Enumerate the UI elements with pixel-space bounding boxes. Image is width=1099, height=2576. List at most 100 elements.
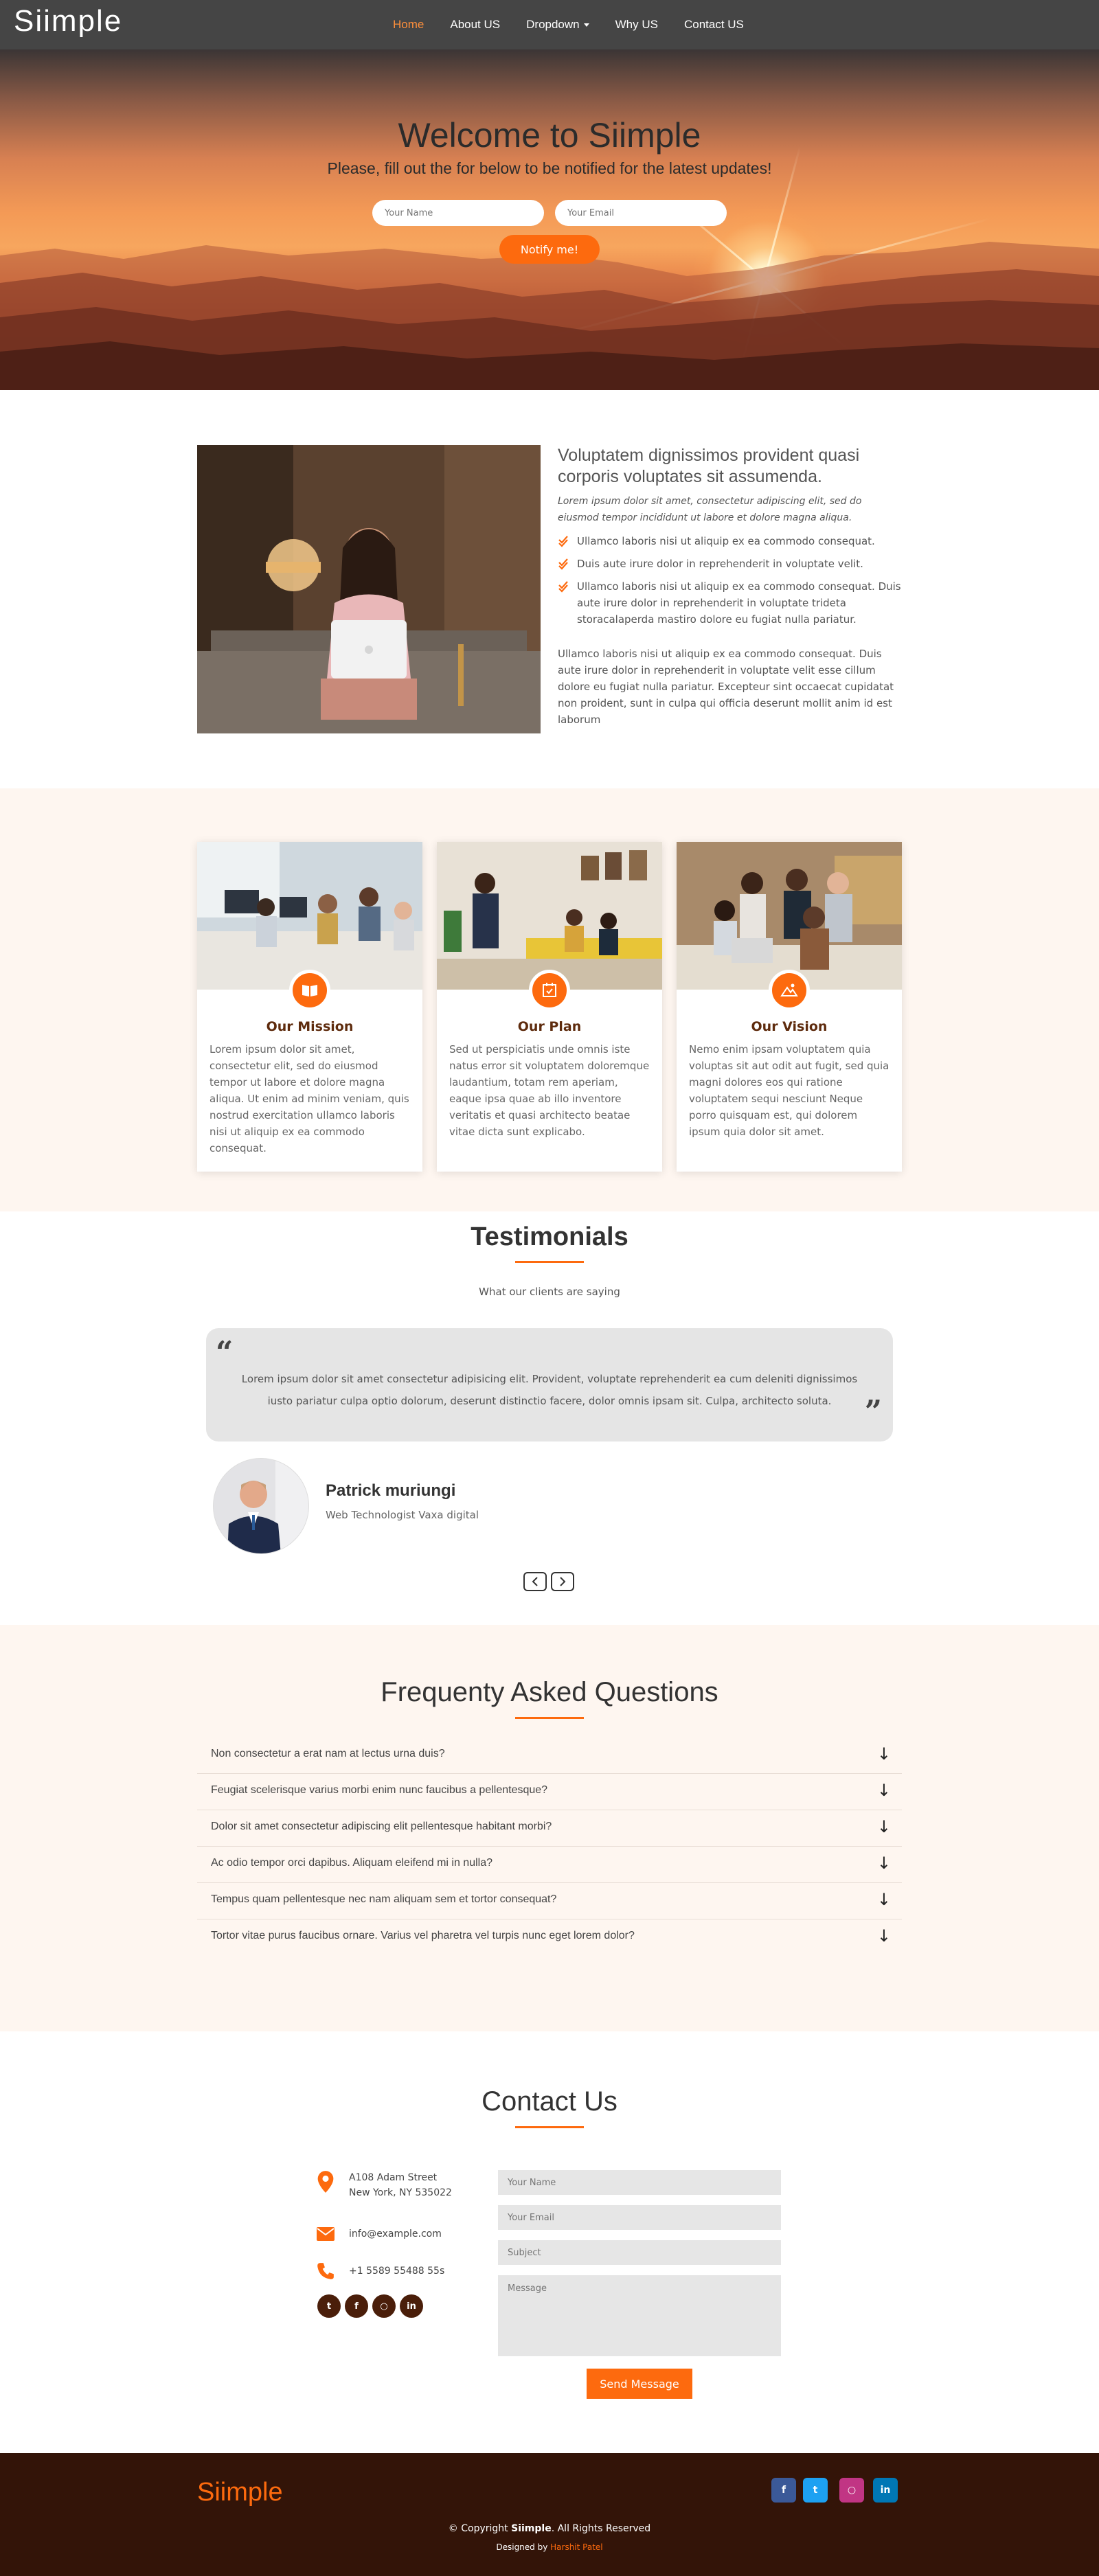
chevron-left-icon bbox=[532, 1577, 538, 1586]
mountains-illustration bbox=[0, 242, 1099, 390]
list-item: Ullamco laboris nisi ut aliquip ex ea co… bbox=[558, 533, 901, 549]
card-title: Our Vision bbox=[751, 1019, 828, 1034]
image-icon bbox=[769, 970, 810, 1011]
nav-dropdown[interactable]: Dropdown bbox=[526, 18, 589, 32]
footer-logo[interactable]: Siimple bbox=[197, 2478, 283, 2507]
nav-contact[interactable]: Contact US bbox=[684, 18, 744, 32]
prev-button[interactable] bbox=[523, 1572, 547, 1591]
hero-email-input[interactable] bbox=[555, 200, 727, 226]
faq-question: Dolor sit amet consectetur adipiscing el… bbox=[211, 1821, 552, 1832]
testimonial-name: Patrick muriungi bbox=[326, 1481, 456, 1500]
next-button[interactable] bbox=[551, 1572, 574, 1591]
instagram-icon[interactable]: ○ bbox=[839, 2478, 864, 2503]
faq-item[interactable]: Tempus quam pellentesque nec nam aliquam… bbox=[197, 1883, 902, 1919]
card-mission: Our Mission Lorem ipsum dolor sit amet, … bbox=[197, 842, 422, 1172]
caret-down-icon bbox=[583, 23, 589, 27]
linkedin-icon[interactable]: in bbox=[873, 2478, 898, 2503]
contact-email: info@example.com bbox=[316, 2222, 442, 2246]
mission-section: Our Mission Lorem ipsum dolor sit amet, … bbox=[0, 788, 1099, 1211]
testimonial-quote-box: “ Lorem ipsum dolor sit amet consectetur… bbox=[206, 1328, 893, 1441]
facebook-icon[interactable]: f bbox=[771, 2478, 796, 2503]
contact-message-textarea[interactable] bbox=[498, 2275, 781, 2356]
list-item: Duis aute irure dolor in reprehenderit i… bbox=[558, 556, 901, 572]
faq-section: Frequenty Asked Questions Non consectetu… bbox=[0, 1625, 1099, 2031]
arrow-down-icon: ↓ bbox=[876, 1854, 891, 1873]
nav-home[interactable]: Home bbox=[393, 18, 424, 32]
instagram-icon[interactable]: ○ bbox=[372, 2294, 396, 2318]
nav-why[interactable]: Why US bbox=[615, 18, 658, 32]
list-item-text: Duis aute irure dolor in reprehenderit i… bbox=[577, 558, 863, 570]
twitter-icon[interactable]: t bbox=[317, 2294, 341, 2318]
faq-question: Non consectetur a erat nam at lectus urn… bbox=[211, 1748, 445, 1759]
card-text: Sed ut perspiciatis unde omnis iste natu… bbox=[449, 1043, 650, 1138]
address-line-2: New York, NY 535022 bbox=[349, 2187, 452, 2198]
faq-question: Tortor vitae purus faucibus ornare. Vari… bbox=[211, 1930, 635, 1941]
notify-button[interactable]: Notify me! bbox=[499, 235, 600, 264]
quote-close-icon: ” bbox=[864, 1394, 882, 1429]
faq-item[interactable]: Feugiat scelerisque varius morbi enim nu… bbox=[197, 1774, 902, 1810]
site-logo[interactable]: Siimple bbox=[14, 4, 122, 38]
designed-prefix: Designed by bbox=[496, 2542, 551, 2552]
main-nav: Home About US Dropdown Why US Contact US bbox=[393, 0, 744, 49]
business-meeting-photo bbox=[437, 842, 662, 990]
contact-name-input[interactable] bbox=[498, 2170, 781, 2195]
faq-item[interactable]: Dolor sit amet consectetur adipiscing el… bbox=[197, 1810, 902, 1847]
card-text: Nemo enim ipsam voluptatem quia voluptas… bbox=[689, 1043, 890, 1138]
title-underline bbox=[515, 2126, 584, 2128]
list-item-text: Ullamco laboris nisi ut aliquip ex ea co… bbox=[577, 535, 875, 547]
card-image bbox=[437, 842, 662, 990]
hero-name-input[interactable] bbox=[372, 200, 544, 226]
faq-question: Ac odio tempor orci dapibus. Aliquam ele… bbox=[211, 1857, 493, 1869]
email-text[interactable]: info@example.com bbox=[349, 2222, 442, 2242]
about-text: Voluptatem dignissimos provident quasi c… bbox=[558, 445, 901, 728]
faq-title: Frequenty Asked Questions bbox=[381, 1677, 718, 1707]
contact-address: A108 Adam Street New York, NY 535022 bbox=[316, 2170, 452, 2200]
avatar bbox=[213, 1458, 309, 1554]
footer-copyright: © Copyright Siimple. All Rights Reserved bbox=[0, 2523, 1099, 2534]
facebook-icon[interactable]: f bbox=[345, 2294, 368, 2318]
designer-link[interactable]: Harshit Patel bbox=[550, 2542, 603, 2552]
phone-icon bbox=[317, 2263, 334, 2279]
hero-section: Welcome to Siimple Please, fill out the … bbox=[0, 49, 1099, 390]
card-title: Our Plan bbox=[517, 1019, 582, 1034]
phone-text[interactable]: +1 5589 55488 55s bbox=[349, 2259, 444, 2279]
card-text: Lorem ipsum dolor sit amet, consectetur … bbox=[209, 1043, 409, 1154]
faq-item[interactable]: Non consectetur a erat nam at lectus urn… bbox=[197, 1737, 902, 1774]
about-list: Ullamco laboris nisi ut aliquip ex ea co… bbox=[558, 533, 901, 628]
contact-email-input[interactable] bbox=[498, 2205, 781, 2230]
hero-title: Welcome to Siimple bbox=[398, 116, 701, 155]
card-vision: Our Vision Nemo enim ipsam voluptatem qu… bbox=[677, 842, 902, 1172]
card-image bbox=[677, 842, 902, 990]
copyright-suffix: . All Rights Reserved bbox=[551, 2523, 651, 2534]
contact-subject-input[interactable] bbox=[498, 2240, 781, 2265]
double-check-icon bbox=[558, 558, 568, 570]
address-line-1: A108 Adam Street bbox=[349, 2172, 438, 2183]
linkedin-icon[interactable]: in bbox=[400, 2294, 423, 2318]
envelope-icon bbox=[317, 2227, 335, 2241]
contact-phone: +1 5589 55488 55s bbox=[316, 2259, 444, 2283]
twitter-icon[interactable]: t bbox=[803, 2478, 828, 2503]
woman-with-laptop-photo bbox=[197, 445, 541, 733]
copyright-prefix: © Copyright bbox=[448, 2523, 512, 2534]
person-portrait-photo bbox=[214, 1459, 308, 1553]
nav-about[interactable]: About US bbox=[450, 18, 500, 32]
list-item-text: Ullamco laboris nisi ut aliquip ex ea co… bbox=[577, 580, 901, 626]
arrow-down-icon: ↓ bbox=[876, 1817, 891, 1836]
send-message-button[interactable]: Send Message bbox=[587, 2369, 692, 2399]
contact-title: Contact Us bbox=[481, 2086, 618, 2117]
arrow-down-icon: ↓ bbox=[876, 1890, 891, 1909]
about-lead: Lorem ipsum dolor sit amet, consectetur … bbox=[558, 496, 862, 523]
faq-item[interactable]: Ac odio tempor orci dapibus. Aliquam ele… bbox=[197, 1847, 902, 1883]
card-plan: Our Plan Sed ut perspiciatis unde omnis … bbox=[437, 842, 662, 1172]
arrow-down-icon: ↓ bbox=[876, 1781, 891, 1800]
copyright-brand: Siimple bbox=[511, 2523, 552, 2534]
arrow-down-icon: ↓ bbox=[876, 1926, 891, 1946]
title-underline bbox=[515, 1261, 584, 1263]
double-check-icon bbox=[558, 536, 568, 547]
about-title: Voluptatem dignissimos provident quasi c… bbox=[558, 446, 860, 486]
footer-designed-by: Designed by Harshit Patel bbox=[0, 2542, 1099, 2552]
calendar-check-icon bbox=[529, 970, 570, 1011]
faq-item[interactable]: Tortor vitae purus faucibus ornare. Vari… bbox=[197, 1919, 902, 1956]
faq-question: Feugiat scelerisque varius morbi enim nu… bbox=[211, 1784, 548, 1796]
testimonials-subtitle: What our clients are saying bbox=[479, 1286, 620, 1298]
